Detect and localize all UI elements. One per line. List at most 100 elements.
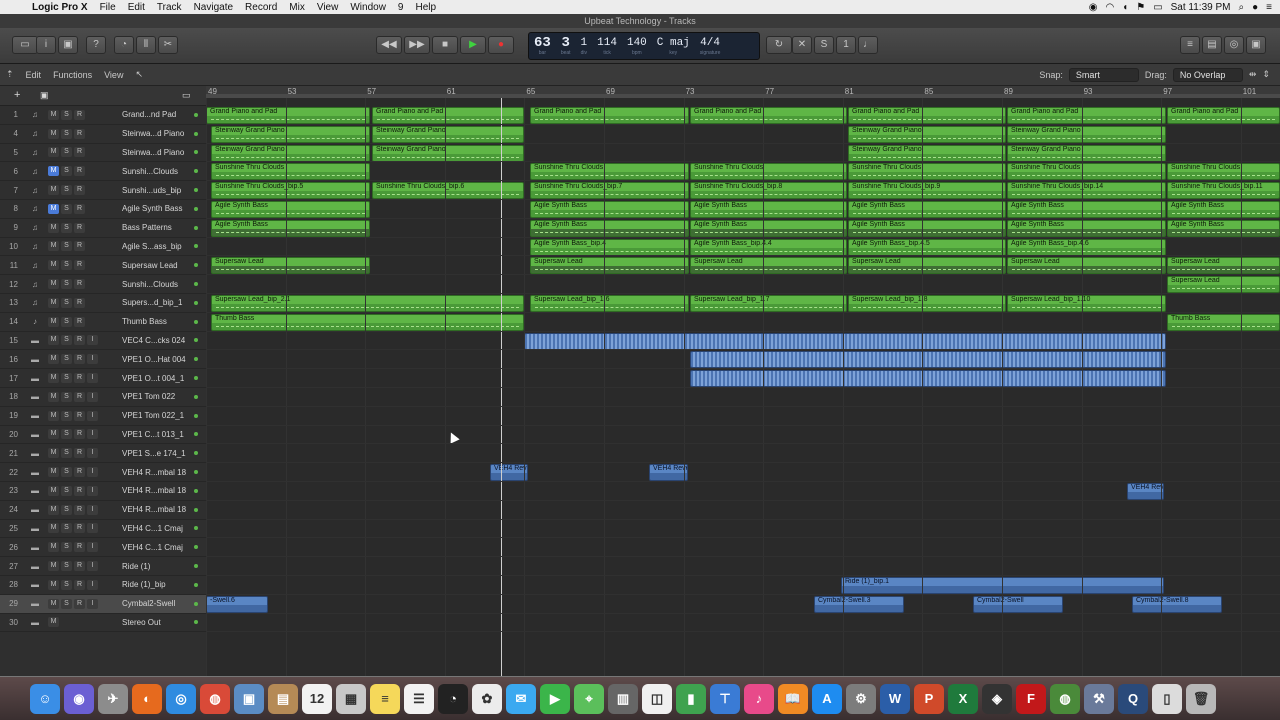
list-editors-icon[interactable]: ≡: [1180, 36, 1200, 54]
track-name[interactable]: Steinwa...d Piano: [122, 148, 196, 157]
add-track-icon[interactable]: +: [14, 89, 20, 101]
track-header[interactable]: 7 ♫ M S R Sunshi...uds_bip: [0, 181, 206, 200]
track-name[interactable]: Sunshi...Clouds: [122, 280, 196, 289]
track-name[interactable]: Cymbal2-Swell: [122, 599, 196, 608]
back-icon[interactable]: ⇡: [0, 69, 20, 80]
track-lane[interactable]: [206, 463, 1280, 482]
track-lane[interactable]: [206, 557, 1280, 576]
mute-button[interactable]: M: [48, 260, 59, 271]
user-icon[interactable]: ●: [1252, 2, 1258, 13]
global-tracks-icon[interactable]: ▭: [182, 90, 191, 101]
mute-button[interactable]: M: [48, 335, 59, 346]
smart-controls-icon[interactable]: ◔: [114, 36, 134, 54]
record-enable-button[interactable]: R: [74, 316, 85, 327]
input-monitor-button[interactable]: I: [87, 485, 98, 496]
solo-button[interactable]: S: [61, 391, 72, 402]
track-name[interactable]: Ride (1): [122, 562, 196, 571]
duplicate-track-icon[interactable]: ▣: [40, 90, 49, 101]
safari-icon[interactable]: ◎: [166, 683, 196, 714]
word-icon[interactable]: W: [880, 683, 910, 714]
utility-icon[interactable]: ⚒: [1084, 683, 1114, 714]
track-lane[interactable]: [206, 275, 1280, 294]
track-header[interactable]: 6 ♫ M S R Sunshi...Clouds: [0, 162, 206, 182]
solo-button[interactable]: S: [61, 354, 72, 365]
track-header[interactable]: 13 ♫ M S R Supers...d_bip_1: [0, 294, 206, 313]
track-name[interactable]: VPE1 O...Hat 004: [122, 355, 196, 364]
solo-button[interactable]: S: [61, 185, 72, 196]
snap-dropdown[interactable]: Smart: [1068, 67, 1139, 82]
editors-icon[interactable]: ✂: [158, 36, 178, 54]
solo-button[interactable]: S: [61, 429, 72, 440]
track-name[interactable]: VEH4 C...1 Cmaj: [122, 543, 196, 552]
reminders-icon[interactable]: ☰: [404, 683, 434, 714]
track-header[interactable]: 10 ♫ M S R Agile S...ass_bip: [0, 238, 206, 257]
track-header[interactable]: 16 ▬ M S R I VPE1 O...Hat 004: [0, 350, 206, 370]
track-name[interactable]: Sunshi...uds_bip: [122, 186, 196, 195]
track-lane[interactable]: [206, 388, 1280, 407]
record-enable-button[interactable]: R: [74, 297, 85, 308]
track-lane[interactable]: [206, 520, 1280, 539]
record-enable-button[interactable]: R: [74, 504, 85, 515]
track-header[interactable]: 15 ▬ M S R I VEC4 C...cks 024: [0, 332, 206, 351]
network-icon[interactable]: ◍: [1050, 683, 1080, 714]
track-lane[interactable]: [206, 369, 1280, 388]
itunes-icon[interactable]: ♪: [744, 683, 774, 714]
forward-button[interactable]: ▶▶: [404, 36, 430, 54]
track-header[interactable]: 17 ▬ M S R I VPE1 O...t 004_1: [0, 369, 206, 388]
solo-button[interactable]: S: [61, 523, 72, 534]
activity-icon[interactable]: ◈: [982, 683, 1012, 714]
mute-button[interactable]: M: [48, 579, 59, 590]
input-monitor-button[interactable]: I: [87, 448, 98, 459]
mute-button[interactable]: M: [48, 448, 59, 459]
solo-button[interactable]: S: [61, 542, 72, 553]
ibooks-icon[interactable]: 📖: [778, 683, 808, 714]
input-monitor-button[interactable]: I: [87, 429, 98, 440]
mute-button[interactable]: M: [48, 241, 59, 252]
mute-button[interactable]: M: [48, 391, 59, 402]
track-name[interactable]: Supers...d_bip_1: [122, 298, 196, 307]
flag-icon[interactable]: ⚑: [1136, 2, 1145, 13]
mute-button[interactable]: M: [48, 467, 59, 478]
record-enable-button[interactable]: R: [74, 542, 85, 553]
keynote-pres-icon[interactable]: ⊤: [710, 683, 740, 714]
menu-edit[interactable]: Edit: [122, 2, 151, 13]
track-header[interactable]: 30 ▬ M Stereo Out: [0, 614, 206, 633]
solo-button[interactable]: S: [61, 504, 72, 515]
wifi-icon[interactable]: ◠: [1105, 2, 1114, 13]
quick-help-icon[interactable]: ?: [86, 36, 106, 54]
mute-button[interactable]: M: [48, 617, 59, 628]
loop-browser-icon[interactable]: ◎: [1224, 36, 1244, 54]
record-enable-button[interactable]: R: [74, 523, 85, 534]
track-name[interactable]: Agile Synth Bass: [122, 204, 196, 213]
input-monitor-button[interactable]: I: [87, 504, 98, 515]
mute-button[interactable]: M: [48, 109, 59, 120]
track-header[interactable]: 11 ♫ M S R Supersaw Lead: [0, 256, 206, 276]
app-store-icon[interactable]: A: [812, 683, 842, 714]
record-enable-button[interactable]: R: [74, 203, 85, 214]
record-enable-button[interactable]: R: [74, 147, 85, 158]
input-monitor-button[interactable]: I: [87, 410, 98, 421]
menu-mix[interactable]: Mix: [283, 2, 311, 13]
record-enable-button[interactable]: R: [74, 109, 85, 120]
stop-button[interactable]: ■: [432, 36, 458, 54]
track-name[interactable]: VPE1 C...t 013_1: [122, 430, 196, 439]
record-enable-button[interactable]: R: [74, 598, 85, 609]
record-enable-button[interactable]: R: [74, 410, 85, 421]
track-header[interactable]: 25 ▬ M S R I VEH4 C...1 Cmaj: [0, 520, 206, 539]
menu-window[interactable]: Window: [344, 2, 392, 13]
track-lane[interactable]: [206, 444, 1280, 464]
track-lane[interactable]: [206, 595, 1280, 614]
record-enable-button[interactable]: R: [74, 429, 85, 440]
solo-button[interactable]: S: [61, 579, 72, 590]
track-name[interactable]: Sunshi...Clouds: [122, 167, 196, 176]
photos-icon[interactable]: ▦: [336, 683, 366, 714]
contacts-icon[interactable]: ▤: [268, 683, 298, 714]
track-lane[interactable]: [206, 106, 1280, 125]
logic-icon[interactable]: ◔: [438, 683, 468, 714]
track-lane[interactable]: [206, 538, 1280, 558]
track-header[interactable]: 1 ♫ M S R Grand...nd Pad: [0, 106, 206, 125]
track-header[interactable]: 20 ▬ M S R I VPE1 C...t 013_1: [0, 426, 206, 445]
track-lane[interactable]: [206, 313, 1280, 332]
play-button[interactable]: ▶: [460, 36, 486, 54]
chrome-icon[interactable]: ◍: [200, 683, 230, 714]
